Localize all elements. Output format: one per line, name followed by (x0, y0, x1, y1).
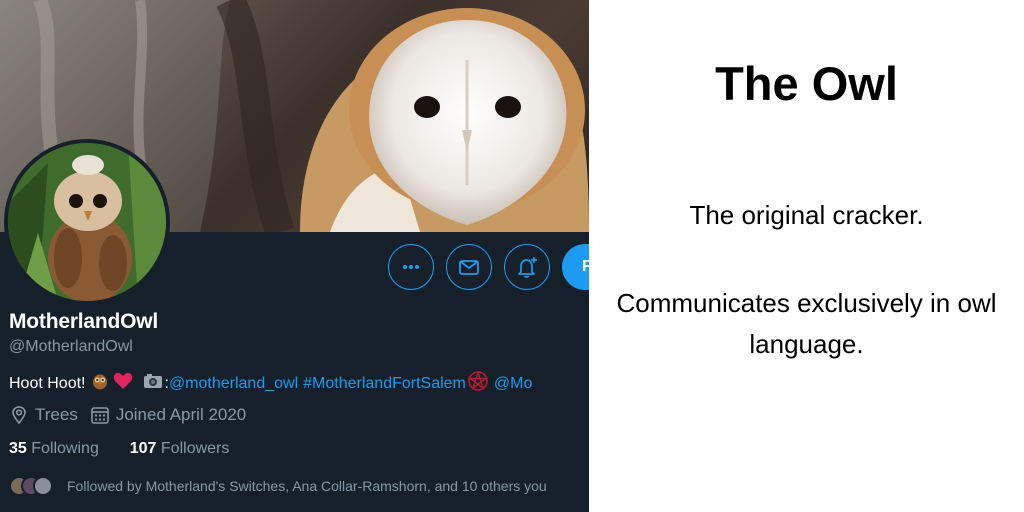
profile-meta: Trees Joined April 2020 (9, 405, 246, 425)
notifications-button[interactable] (504, 244, 550, 290)
followed-by[interactable]: Followed by Motherland's Switches, Ana C… (9, 476, 547, 496)
profile-avatar[interactable] (4, 139, 170, 305)
location-pin-icon (12, 406, 26, 425)
followers-label: Followers (160, 440, 230, 457)
bio-trailing-mention[interactable]: @Mo (494, 375, 532, 393)
camera-emoji (143, 373, 163, 394)
followers-link[interactable]: 107 Followers (130, 440, 230, 457)
location-text: Trees (35, 405, 78, 424)
message-icon (459, 260, 479, 275)
user-handle: @MotherlandOwl (9, 338, 133, 355)
followed-by-avatars (9, 476, 57, 496)
more-icon (403, 265, 419, 269)
followers-count: 107 (129, 440, 157, 457)
bio-hashtag-link[interactable]: #MotherlandFortSalem (303, 375, 466, 393)
bio-text: Hoot Hoot! (9, 374, 86, 392)
following-link[interactable]: 35 Following (9, 440, 99, 457)
following-label: Following (31, 440, 99, 457)
caption-panel: The Owl The original cracker. Communicat… (589, 0, 1024, 512)
pentacle-emoji (467, 370, 489, 396)
profile-card: F MotherlandOwl @MotherlandOwl Hoot Hoot… (0, 0, 589, 512)
display-name: MotherlandOwl (9, 310, 159, 333)
more-button[interactable] (388, 244, 434, 290)
heart-emoji (113, 372, 133, 395)
follow-button[interactable]: F (562, 244, 589, 290)
message-button[interactable] (446, 244, 492, 290)
joined-date: Joined April 2020 (115, 405, 247, 424)
profile-bio: Hoot Hoot! : @motherland_owl #Motherland… (9, 370, 532, 396)
owl-emoji (91, 372, 109, 395)
caption-line-2: Communicates exclusively in owl language… (616, 288, 997, 359)
caption-line-1: The original cracker. (689, 200, 924, 230)
mini-avatar (33, 476, 53, 496)
calendar-icon (91, 407, 109, 424)
follow-stats: 35 Following 107 Followers (9, 440, 229, 458)
bio-mention-link[interactable]: @motherland_owl (169, 375, 298, 393)
caption-title: The Owl (715, 57, 898, 110)
followed-by-text: Followed by Motherland's Switches, Ana C… (67, 478, 547, 494)
following-count: 35 (9, 440, 27, 457)
notification-bell-icon (518, 257, 537, 278)
